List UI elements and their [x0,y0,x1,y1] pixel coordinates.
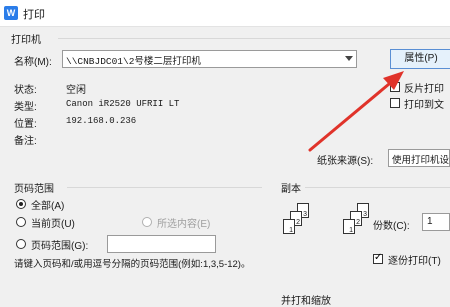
page-range-all-radio[interactable] [16,199,26,209]
copies-count-input[interactable]: 1 [422,213,450,231]
page-range-group-title: 页码范围 [14,184,54,195]
collate-checkbox[interactable] [373,252,383,264]
page-range-current-radio[interactable] [16,217,26,227]
copies-count-label: 份数(C): [373,221,410,232]
collate-preview-icon-1: 3 2 1 [283,203,317,243]
copies-group-title: 副本 [281,184,301,195]
page-range-selection-radio[interactable] [142,217,152,227]
page-range-custom-radio[interactable] [16,239,26,249]
page-range-current-label: 当前页(U) [31,219,75,230]
collate-label: 逐份打印(T) [388,256,441,267]
page-range-input[interactable] [107,235,216,253]
page-range-all-label: 全部(A) [31,201,65,212]
page-range-selection-label: 所选内容(E) [157,219,211,230]
collate-preview-icon-2: 3 2 1 [343,203,377,243]
page-range-group-divider [67,187,262,188]
copies-group-divider [305,187,450,188]
copies-count-value: 1 [427,216,433,227]
page-range-hint: 请键入页码和/或用逗号分隔的页码范围(例如:1,3,5-12)。 [14,259,251,270]
annotation-arrow-shaft [308,77,397,152]
page-sheet-icon: 1 [283,219,295,234]
page-range-custom-label: 页码范围(G): [31,241,89,252]
page-sheet-icon: 1 [343,219,355,234]
